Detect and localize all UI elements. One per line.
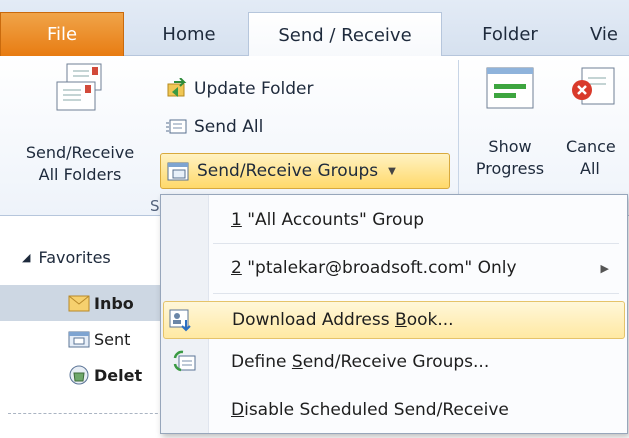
send-receive-all-label-1: Send/Receive	[25, 143, 135, 162]
pane-divider	[8, 413, 168, 414]
folder-label: Delet	[94, 365, 143, 385]
tab-home[interactable]: Home	[134, 12, 244, 56]
deleted-folder-icon	[69, 365, 89, 385]
favorites-header[interactable]: ◢ Favorites	[22, 248, 111, 267]
folder-sent[interactable]: Sent	[0, 321, 170, 357]
menu-divider	[213, 243, 619, 244]
address-book-icon	[169, 309, 191, 332]
menu-item-all-accounts-group[interactable]: 1 "All Accounts" Group	[163, 201, 625, 239]
tab-view[interactable]: Vie	[590, 12, 629, 56]
cancel-all-icon	[572, 67, 615, 105]
tab-file[interactable]: File	[0, 12, 124, 56]
cancel-all-label-1: Cance	[566, 137, 616, 156]
show-progress-icon	[486, 67, 534, 109]
sent-folder-icon	[68, 331, 90, 348]
folder-label: Sent	[94, 329, 131, 349]
folder-deleted[interactable]: Delet	[0, 357, 170, 393]
menu-item-account-only[interactable]: 2 "ptalekar@broadsoft.com" Only ▶	[163, 249, 625, 287]
collapse-triangle-icon[interactable]: ◢	[22, 251, 30, 264]
send-receive-groups-icon	[167, 162, 189, 181]
send-receive-all-label-2: All Folders	[38, 165, 122, 184]
send-all-label: Send All	[194, 117, 264, 137]
send-receive-groups-menu: 1 "All Accounts" Group 2 "ptalekar@broad…	[160, 194, 628, 434]
menu-item-disable-scheduled[interactable]: Disable Scheduled Send/Receive	[163, 391, 625, 429]
ribbon-group-caption: S	[150, 197, 160, 215]
ribbon-separator	[458, 60, 459, 208]
send-all-button[interactable]: Send All	[166, 116, 263, 138]
send-all-icon	[166, 119, 187, 134]
show-progress-label-2: Progress	[475, 159, 545, 178]
update-folder-icon	[167, 78, 187, 97]
menu-item-label: Define Send/Receive Groups...	[231, 352, 490, 372]
send-receive-all-icon	[56, 63, 102, 111]
update-folder-button[interactable]: Update Folder	[166, 78, 314, 100]
update-folder-label: Update Folder	[194, 79, 314, 99]
cancel-all-label-2: All	[580, 159, 600, 178]
send-receive-groups-button[interactable]: Send/Receive Groups ▼	[160, 153, 450, 189]
menu-item-download-address-book[interactable]: Download Address Book...	[163, 301, 625, 339]
folder-inbox[interactable]: Inbo	[0, 285, 170, 321]
ribbon-tab-bar: File Home Send / Receive Folder Vie	[0, 0, 629, 57]
define-groups-icon	[173, 350, 196, 372]
menu-item-label: 1 "All Accounts" Group	[231, 210, 425, 230]
send-receive-groups-label: Send/Receive Groups	[197, 161, 379, 181]
cancel-all-button[interactable]: Cance All	[566, 66, 629, 180]
menu-item-label: Download Address Book...	[232, 310, 454, 330]
folder-label: Inbo	[94, 293, 134, 313]
menu-item-label: Disable Scheduled Send/Receive	[231, 400, 509, 420]
tab-folder[interactable]: Folder	[452, 12, 568, 56]
inbox-folder-icon	[68, 295, 90, 312]
menu-item-define-groups[interactable]: Define Send/Receive Groups...	[163, 343, 625, 381]
menu-item-label: 2 "ptalekar@broadsoft.com" Only	[231, 258, 517, 278]
show-progress-label-1: Show	[488, 137, 532, 156]
submenu-arrow-icon: ▶	[600, 261, 609, 275]
tab-send-receive[interactable]: Send / Receive	[248, 12, 442, 57]
chevron-down-icon: ▼	[388, 165, 396, 177]
show-progress-button[interactable]: Show Progress	[462, 66, 558, 180]
favorites-label: Favorites	[38, 248, 111, 267]
menu-divider	[213, 293, 619, 294]
send-receive-all-folders-button[interactable]: Send/Receive All Folders	[0, 62, 160, 186]
